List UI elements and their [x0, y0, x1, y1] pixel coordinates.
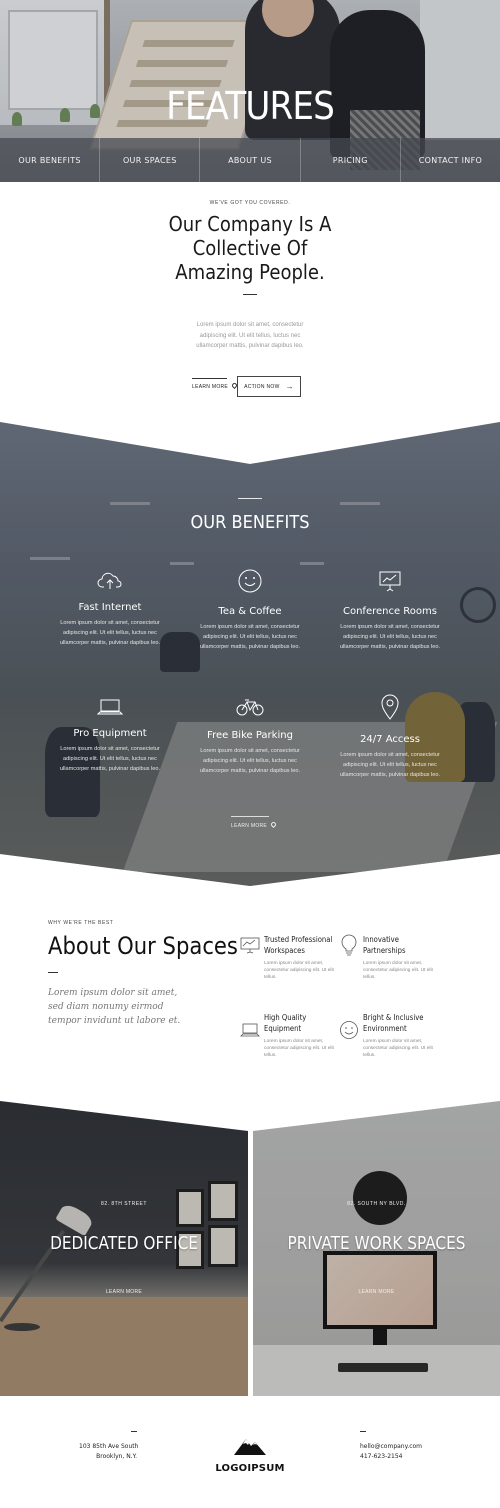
location-pin-icon — [330, 694, 450, 720]
laptop-icon — [50, 694, 170, 720]
footer-phone[interactable]: 417-623-2154 — [360, 1452, 422, 1462]
feature-title: Trusted Professional Workspaces — [264, 935, 333, 955]
space-title: DEDICATED OFFICE — [50, 1233, 198, 1254]
intro-body: Lorem ipsum dolor sit amet, consectetur … — [196, 322, 304, 349]
address-line: Brooklyn, N.Y. — [96, 1453, 137, 1460]
divider — [243, 294, 257, 295]
benefits-title: OUR BENEFITS — [190, 512, 310, 533]
footer-email[interactable]: hello@company.com — [360, 1442, 422, 1452]
intro-section: WE'VE GOT YOU COVERED. Our Company Is A … — [0, 182, 500, 422]
feature-item: High Quality Equipment Lorem ipsum dolor… — [240, 1012, 340, 1059]
benefit-item: Free Bike Parking Lorem ipsum dolor sit … — [190, 694, 310, 776]
main-nav: OUR BENEFITS OUR SPACES ABOUT US PRICING… — [0, 138, 500, 182]
space-learn-more-link[interactable]: LEARN MORE — [253, 1289, 500, 1295]
feature-text: Lorem ipsum dolor sit amet, consectetur … — [264, 1039, 334, 1058]
logo[interactable]: LOGOIPSUM — [210, 1436, 290, 1474]
footer: 103 85th Ave South Brooklyn, N.Y. LOGOIP… — [0, 1396, 500, 1508]
divider — [360, 1431, 366, 1432]
smiley-icon — [190, 568, 310, 594]
benefit-text: Lorem ipsum dolor sit amet, consectetur … — [59, 746, 161, 772]
feature-item: Innovative Partnerships Lorem ipsum dolo… — [339, 934, 439, 981]
footer-contact: hello@company.com 417-623-2154 — [360, 1442, 422, 1462]
feature-title: Innovative Partnerships — [363, 935, 406, 955]
feature-title: Bright & Inclusive Environment — [363, 1013, 424, 1033]
page-title: FEATURES — [166, 84, 335, 128]
presentation-icon — [240, 934, 260, 954]
location-pin-icon — [270, 820, 278, 829]
learn-more-label: LEARN MORE — [231, 823, 268, 829]
divider — [131, 1431, 137, 1432]
intro-heading: Our Company Is A Collective Of Amazing P… — [168, 212, 332, 284]
about-title: About Our Spaces — [48, 932, 238, 960]
benefit-text: Lorem ipsum dolor sit amet, consectetur … — [199, 748, 301, 774]
feature-text: Lorem ipsum dolor sit amet, consectetur … — [363, 961, 433, 980]
hero-section: FEATURES OUR BENEFITS OUR SPACES ABOUT U… — [0, 0, 500, 182]
benefit-item: Tea & Coffee Lorem ipsum dolor sit amet,… — [190, 568, 310, 652]
benefit-title: 24/7 Access — [360, 734, 420, 745]
learn-more-label: LEARN MORE — [192, 384, 229, 390]
nav-item-contact-info[interactable]: CONTACT INFO — [401, 138, 500, 182]
benefit-title: Fast Internet — [78, 602, 142, 613]
benefits-learn-more-link[interactable]: LEARN MORE — [231, 816, 278, 829]
action-now-label: ACTION NOW — [244, 383, 280, 390]
action-now-button[interactable]: ACTION NOW → — [237, 376, 301, 397]
benefit-item: Pro Equipment Lorem ipsum dolor sit amet… — [50, 694, 170, 774]
space-card-private-work-spaces[interactable]: 82. SOUTH NY BLVD. PRIVATE WORK SPACES L… — [253, 1101, 500, 1396]
mountain-logo-icon — [234, 1439, 266, 1455]
about-eyebrow: WHY WE'RE THE BEST — [48, 920, 114, 926]
feature-text: Lorem ipsum dolor sit amet, consectetur … — [363, 1039, 433, 1058]
feature-item: Bright & Inclusive Environment Lorem ips… — [339, 1012, 439, 1059]
space-card-dedicated-office[interactable]: 82. 8TH STREET DEDICATED OFFICE LEARN MO… — [0, 1101, 248, 1396]
space-address: 82. SOUTH NY BLVD. — [347, 1201, 406, 1207]
lightbulb-icon — [339, 934, 359, 956]
logo-text: LOGOIPSUM — [215, 1463, 285, 1474]
feature-item: Trusted Professional Workspaces Lorem ip… — [240, 934, 340, 981]
benefit-item: 24/7 Access Lorem ipsum dolor sit amet, … — [330, 694, 450, 780]
benefit-text: Lorem ipsum dolor sit amet, consectetur … — [59, 620, 161, 646]
address-line: 103 85th Ave South — [79, 1443, 139, 1450]
nav-item-our-benefits[interactable]: OUR BENEFITS — [0, 138, 101, 182]
cloud-upload-icon — [50, 568, 170, 594]
benefit-text: Lorem ipsum dolor sit amet, consectetur … — [339, 624, 441, 650]
benefit-item: Fast Internet Lorem ipsum dolor sit amet… — [50, 568, 170, 648]
presentation-icon — [330, 568, 450, 594]
space-title: PRIVATE WORK SPACES — [287, 1233, 466, 1254]
space-learn-more-link[interactable]: LEARN MORE — [0, 1289, 248, 1295]
nav-item-about-us[interactable]: ABOUT US — [200, 138, 301, 182]
about-lead: Lorem ipsum dolor sit amet, sed diam non… — [48, 988, 181, 1026]
feature-title: High Quality Equipment — [264, 1013, 307, 1033]
benefit-text: Lorem ipsum dolor sit amet, consectetur … — [339, 752, 441, 778]
benefits-section: OUR BENEFITS Fast Internet Lorem ipsum d… — [0, 422, 500, 886]
feature-text: Lorem ipsum dolor sit amet, consectetur … — [264, 961, 334, 980]
divider — [48, 972, 58, 973]
about-section: WHY WE'RE THE BEST About Our Spaces Lore… — [0, 886, 500, 1101]
smiley-icon — [339, 1020, 359, 1040]
footer-address: 103 85th Ave South Brooklyn, N.Y. — [79, 1442, 138, 1462]
benefit-title: Tea & Coffee — [218, 606, 282, 617]
space-address: 82. 8TH STREET — [101, 1201, 147, 1207]
benefit-text: Lorem ipsum dolor sit amet, consectetur … — [199, 624, 301, 650]
benefit-title: Pro Equipment — [73, 728, 147, 739]
bicycle-icon — [190, 694, 310, 720]
intro-eyebrow: WE'VE GOT YOU COVERED. — [209, 200, 291, 206]
nav-item-our-spaces[interactable]: OUR SPACES — [100, 138, 201, 182]
divider — [238, 498, 262, 499]
benefit-title: Conference Rooms — [342, 606, 437, 617]
laptop-icon — [240, 1022, 260, 1042]
benefit-item: Conference Rooms Lorem ipsum dolor sit a… — [330, 568, 450, 652]
arrow-right-icon: → — [285, 381, 294, 391]
learn-more-link[interactable]: LEARN MORE — [192, 378, 239, 390]
benefit-title: Free Bike Parking — [207, 730, 293, 741]
nav-item-pricing[interactable]: PRICING — [301, 138, 401, 182]
